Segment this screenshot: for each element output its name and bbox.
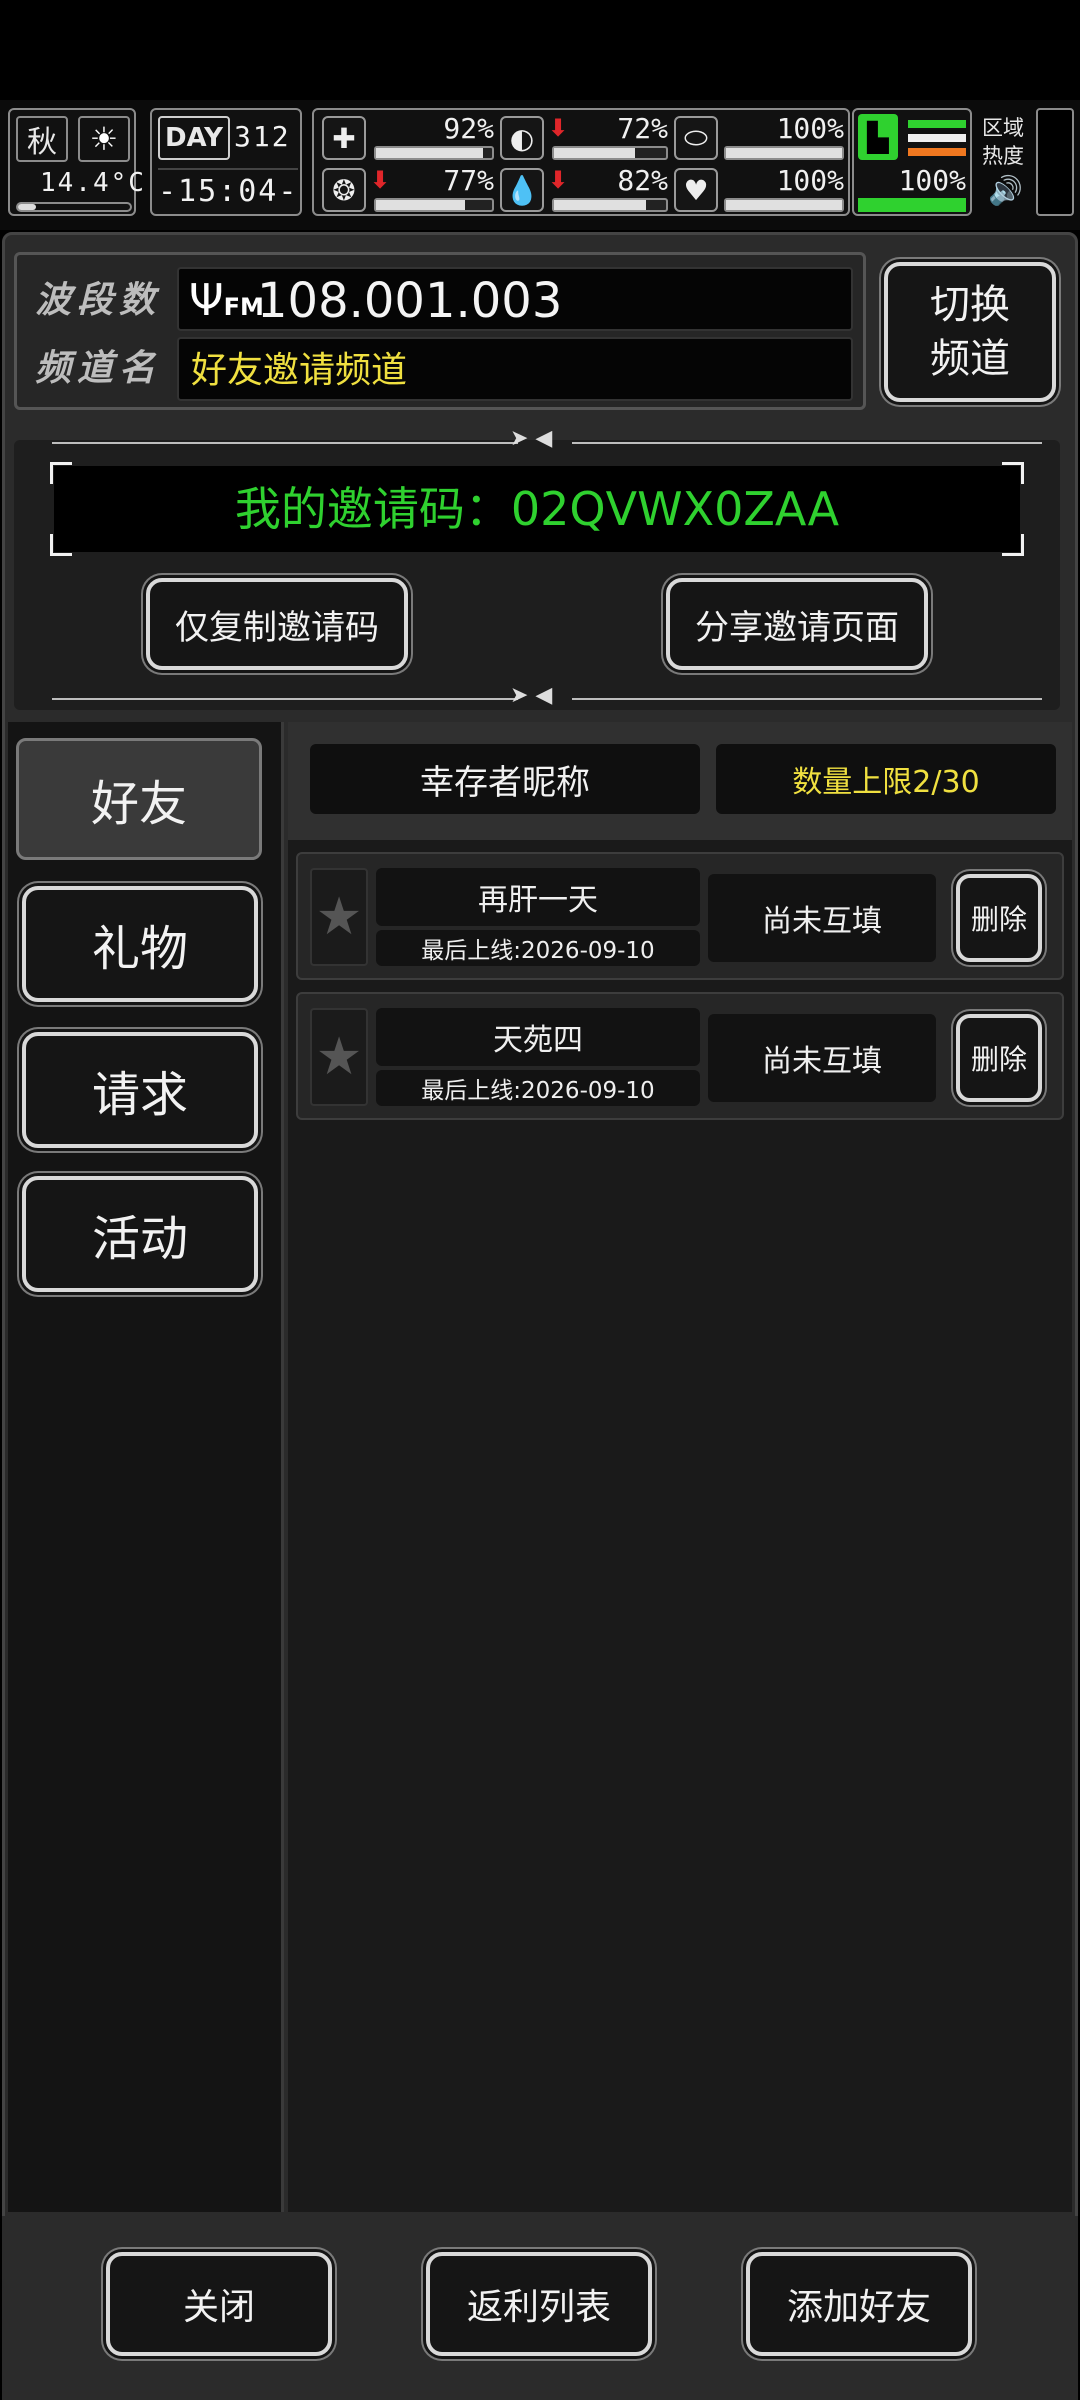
heart-bar bbox=[724, 198, 844, 212]
close-button[interactable]: 关闭 bbox=[106, 2252, 332, 2356]
stamina-stripe-white bbox=[908, 134, 966, 142]
health-bar bbox=[374, 146, 494, 160]
stamina-value: 100% bbox=[898, 164, 966, 197]
favorite-star-icon[interactable]: ★ bbox=[310, 868, 368, 966]
weather-panel: 秋 ☀ 14.4°C bbox=[8, 108, 146, 216]
day-number: 312 bbox=[234, 120, 291, 153]
stamina-stripe-green bbox=[908, 120, 966, 128]
top-divider-left bbox=[52, 442, 518, 444]
friend-name: 再肝一天 bbox=[376, 868, 700, 926]
favorite-star-icon[interactable]: ★ bbox=[310, 1008, 368, 1106]
mood-bar bbox=[374, 198, 494, 212]
bottom-divider-right bbox=[572, 698, 1042, 700]
water-drop-icon: 💧 bbox=[500, 168, 544, 212]
heart-icon: ♥ bbox=[674, 168, 718, 212]
bottom-divider-left bbox=[52, 698, 518, 700]
day-time-panel: DAY 312 -15:04- bbox=[150, 108, 302, 216]
copy-invite-code-button[interactable]: 仅复制邀请码 bbox=[146, 578, 408, 670]
medkit-icon: ✚ bbox=[322, 116, 366, 160]
radio-panel: 波段数 ΨFM 108.001.003 频道名 好友邀请频道 bbox=[14, 252, 866, 410]
invite-code-text: 我的邀请码：02QVWX0ZAA bbox=[234, 482, 840, 536]
add-friend-button[interactable]: 添加好友 bbox=[746, 2252, 972, 2356]
speaker-icon[interactable]: 🔊 bbox=[988, 174, 1023, 208]
invite-panel: ➤ ◀ 我的邀请码：02QVWX0ZAA 仅复制邀请码 分享邀请页面 ➤ ◀ bbox=[14, 426, 1060, 710]
temperature-readout: 14.4°C bbox=[40, 168, 146, 198]
day-label: DAY bbox=[158, 116, 230, 160]
pill-icon: ⬭ bbox=[674, 116, 718, 160]
stamina-stripe-orange bbox=[908, 148, 966, 156]
season-label: 秋 bbox=[16, 116, 68, 162]
band-field: ΨFM 108.001.003 bbox=[177, 267, 853, 331]
switch-channel-button[interactable]: 切换 频道 bbox=[884, 262, 1056, 402]
band-label: 波段数 bbox=[35, 280, 162, 321]
stamina-bar bbox=[858, 198, 966, 212]
zone-heat-label: 区域热度 bbox=[982, 116, 1024, 168]
friend-mutual-status: 尚未互填 bbox=[708, 1014, 936, 1102]
channel-field: 好友邀请频道 bbox=[177, 337, 853, 401]
invite-code-box: 我的邀请码：02QVWX0ZAA bbox=[54, 466, 1020, 552]
sidebar-item-friends[interactable]: 好友 bbox=[16, 738, 262, 860]
friend-row: ★ 再肝一天 最后上线:2026-09-10 尚未互填 删除 bbox=[296, 852, 1064, 980]
stomach-icon: ◐ bbox=[500, 116, 544, 160]
hunger-bar bbox=[552, 146, 668, 160]
friend-last-online: 最后上线:2026-09-10 bbox=[376, 1070, 700, 1106]
thermometer-icon bbox=[16, 202, 132, 212]
stamina-panel: ▙ 100% bbox=[852, 108, 972, 216]
top-divider-arrows-icon: ➤ ◀ bbox=[510, 426, 553, 451]
switch-channel-line2: 频道 bbox=[930, 336, 1010, 382]
sidebar-item-requests[interactable]: 请求 bbox=[22, 1032, 258, 1148]
hunger-value: 72% bbox=[617, 112, 668, 145]
sidebar-item-gifts[interactable]: 礼物 bbox=[22, 886, 258, 1002]
vitals-panel: ✚ 92% ◐ ⬇ 72% ⬭ 100% ❂ ⬇ 77% 💧 ⬇ 82% ♥ 1… bbox=[312, 108, 850, 216]
brain-icon: ❂ bbox=[322, 168, 366, 212]
rebate-list-button[interactable]: 返利列表 bbox=[426, 2252, 652, 2356]
boot-icon: ▙ bbox=[858, 114, 898, 160]
friend-list-header: 幸存者昵称 数量上限2/30 bbox=[288, 722, 1072, 840]
top-divider-right bbox=[572, 442, 1042, 444]
sidebar-item-events[interactable]: 活动 bbox=[22, 1176, 258, 1292]
friend-last-online: 最后上线:2026-09-10 bbox=[376, 930, 700, 966]
sun-icon: ☀ bbox=[78, 116, 130, 162]
header-survivor-name: 幸存者昵称 bbox=[310, 744, 700, 814]
health-value: 92% bbox=[443, 112, 494, 145]
delete-friend-button[interactable]: 删除 bbox=[956, 1014, 1042, 1102]
share-invite-page-button[interactable]: 分享邀请页面 bbox=[666, 578, 928, 670]
thirst-value: 82% bbox=[617, 164, 668, 197]
zone-heat-meter bbox=[1036, 108, 1074, 216]
heart-value: 100% bbox=[776, 164, 844, 197]
delete-friend-button[interactable]: 删除 bbox=[956, 874, 1042, 962]
band-value: 108.001.003 bbox=[257, 273, 563, 329]
antenna-icon: ΨFM bbox=[189, 275, 264, 326]
friend-row: ★ 天苑四 最后上线:2026-09-10 尚未互填 删除 bbox=[296, 992, 1064, 1120]
channel-label: 频道名 bbox=[35, 348, 162, 389]
mood-value: 77% bbox=[443, 164, 494, 197]
medicine-value: 100% bbox=[776, 112, 844, 145]
switch-channel-line1: 切换 bbox=[930, 282, 1010, 328]
clock-readout: -15:04- bbox=[158, 168, 298, 212]
thirst-bar bbox=[552, 198, 668, 212]
status-hud: 秋 ☀ 14.4°C DAY 312 -15:04- ✚ 92% ◐ ⬇ 72%… bbox=[0, 100, 1080, 230]
bottom-divider-arrows-icon: ➤ ◀ bbox=[510, 683, 553, 708]
friend-mutual-status: 尚未互填 bbox=[708, 874, 936, 962]
channel-value: 好友邀请频道 bbox=[191, 350, 408, 391]
medicine-bar bbox=[724, 146, 844, 160]
header-capacity: 数量上限2/30 bbox=[716, 744, 1056, 814]
friend-name: 天苑四 bbox=[376, 1008, 700, 1066]
